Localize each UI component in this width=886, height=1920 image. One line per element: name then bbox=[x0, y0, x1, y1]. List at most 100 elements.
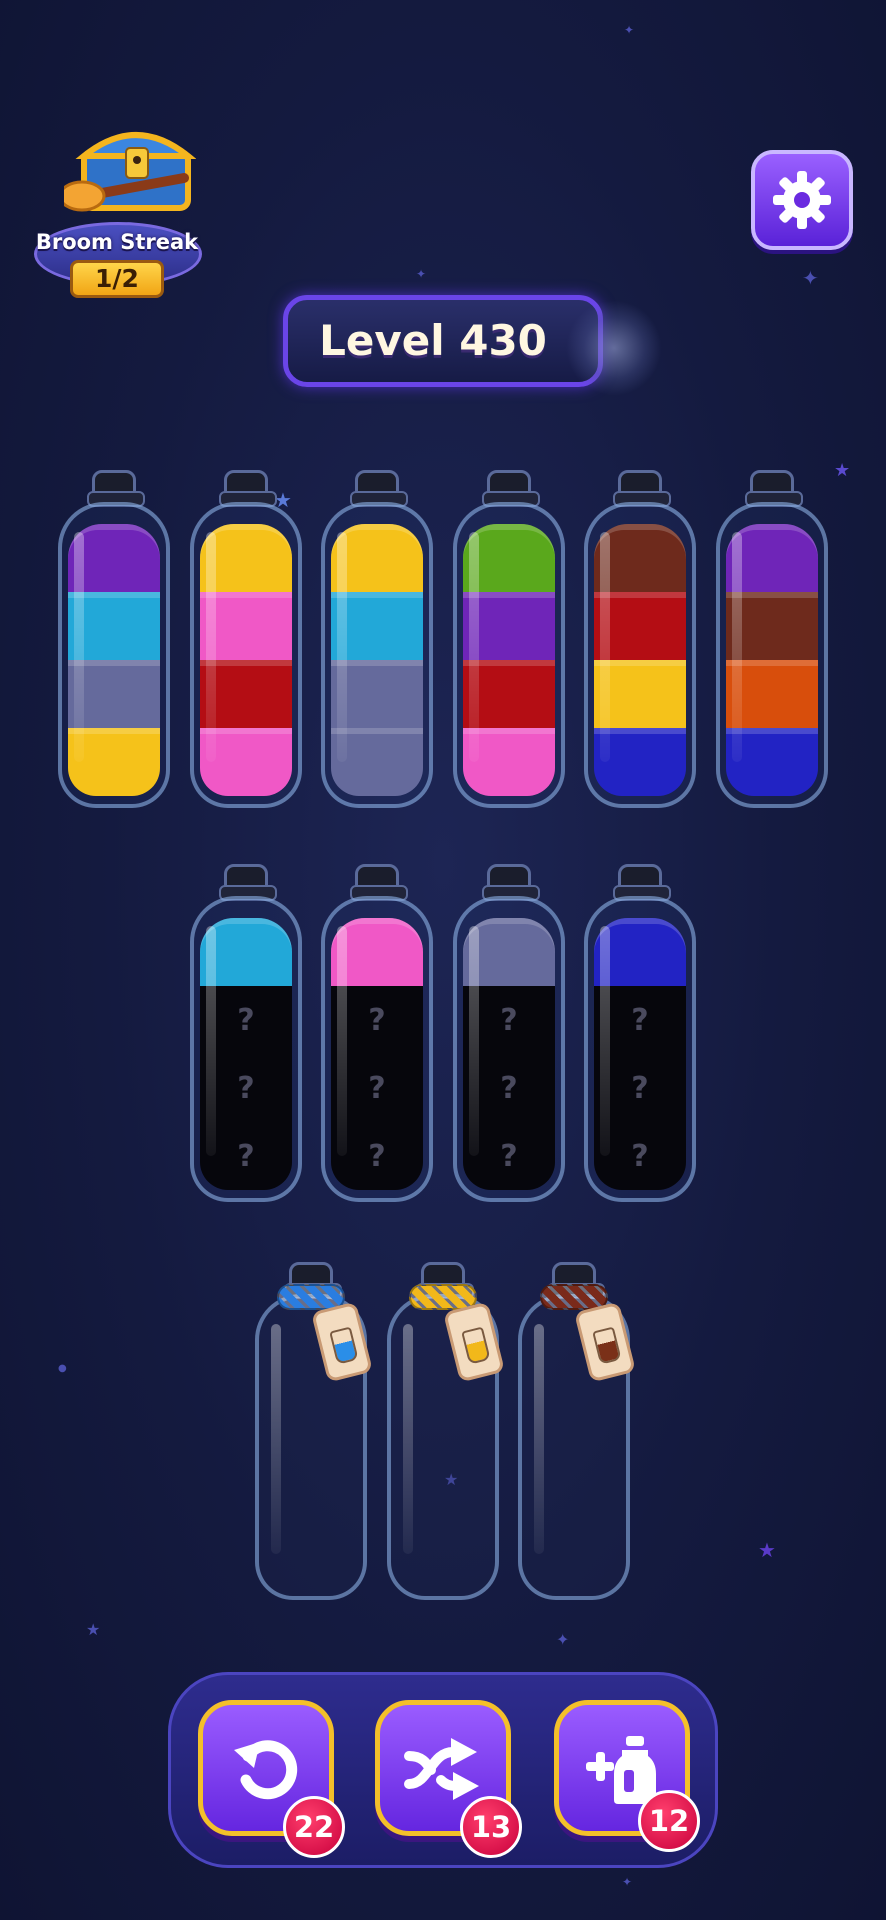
bottle-neck bbox=[219, 864, 277, 901]
add-bottle-count-badge: 12 bbox=[638, 1790, 700, 1852]
level-indicator: Level 430 bbox=[283, 295, 603, 387]
potion-vial-icon bbox=[592, 1326, 622, 1365]
liquid-layer-blue bbox=[726, 728, 818, 796]
liquid-layer-slate bbox=[331, 728, 423, 796]
hidden-layer: ? bbox=[200, 1054, 292, 1122]
bottle-neck bbox=[350, 864, 408, 901]
bottle-neck bbox=[613, 864, 671, 901]
star-icon: ✦ bbox=[416, 267, 427, 281]
liquid-layer-red bbox=[594, 592, 686, 660]
bottle[interactable] bbox=[190, 470, 302, 808]
liquid-layer-slate bbox=[68, 660, 160, 728]
liquid-layer-yellow bbox=[594, 660, 686, 728]
locked-bottle[interactable] bbox=[255, 1262, 374, 1600]
star-icon: ✦ bbox=[802, 266, 819, 290]
bottle-neck bbox=[482, 864, 540, 901]
bottle[interactable] bbox=[716, 470, 828, 808]
star-icon: ✦ bbox=[622, 1875, 633, 1889]
bottle[interactable]: ??? bbox=[584, 864, 696, 1202]
bottle[interactable]: ??? bbox=[190, 864, 302, 1202]
hidden-layer: ? bbox=[594, 986, 686, 1054]
broom-streak-badge[interactable]: Broom Streak 1/2 bbox=[14, 118, 210, 304]
liquid-stack bbox=[463, 524, 555, 796]
star-icon: ★ bbox=[86, 1620, 101, 1639]
hidden-layer: ? bbox=[463, 1054, 555, 1122]
tap-indicator bbox=[566, 300, 662, 396]
liquid-stack bbox=[68, 524, 160, 796]
liquid-stack bbox=[200, 524, 292, 796]
liquid-layer-yellow bbox=[331, 524, 423, 592]
potion-vial-icon bbox=[461, 1326, 491, 1365]
hidden-layer: ? bbox=[331, 1054, 423, 1122]
bottle[interactable] bbox=[58, 470, 170, 808]
liquid-layer-pink bbox=[331, 918, 423, 986]
settings-button[interactable] bbox=[751, 150, 853, 250]
bottle[interactable] bbox=[321, 470, 433, 808]
liquid-stack bbox=[331, 524, 423, 796]
streak-count: 1/2 bbox=[70, 260, 164, 298]
bottle-glass bbox=[58, 502, 170, 808]
liquid-layer-blue bbox=[594, 918, 686, 986]
liquid-layer-purple bbox=[68, 524, 160, 592]
bottle-neck bbox=[745, 470, 803, 507]
hidden-layer: ? bbox=[200, 1122, 292, 1190]
liquid-stack: ??? bbox=[200, 918, 292, 1190]
liquid-layer-blue bbox=[594, 728, 686, 796]
bottle-neck bbox=[350, 470, 408, 507]
hidden-layer: ? bbox=[331, 986, 423, 1054]
locked-bottle[interactable] bbox=[518, 1262, 637, 1600]
liquid-layer-red bbox=[463, 660, 555, 728]
liquid-layer-cyan bbox=[200, 918, 292, 986]
bottle-glass bbox=[716, 502, 828, 808]
liquid-stack: ??? bbox=[331, 918, 423, 1190]
liquid-layer-yellow bbox=[200, 524, 292, 592]
bottle-glass: ??? bbox=[321, 896, 433, 1202]
liquid-layer-brown bbox=[594, 524, 686, 592]
liquid-layer-cyan bbox=[68, 592, 160, 660]
liquid-layer-cyan bbox=[331, 592, 423, 660]
liquid-layer-red bbox=[200, 660, 292, 728]
hidden-layer: ? bbox=[331, 1122, 423, 1190]
bottle[interactable]: ??? bbox=[321, 864, 433, 1202]
liquid-layer-brown bbox=[726, 592, 818, 660]
shuffle-icon bbox=[404, 1738, 479, 1800]
locked-bottle[interactable] bbox=[387, 1262, 506, 1600]
star-icon: ★ bbox=[834, 460, 851, 481]
liquid-layer-slate bbox=[331, 660, 423, 728]
bottle-neck bbox=[482, 470, 540, 507]
star-icon: ✦ bbox=[624, 23, 635, 37]
liquid-layer-pink bbox=[200, 728, 292, 796]
bottle-glass: ??? bbox=[584, 896, 696, 1202]
liquid-layer-purple bbox=[463, 592, 555, 660]
level-label: Level 430 bbox=[319, 316, 547, 365]
gear-icon bbox=[773, 171, 831, 229]
bottle[interactable] bbox=[453, 470, 565, 808]
star-icon: ★ bbox=[758, 1538, 776, 1562]
bottle-glass bbox=[584, 502, 696, 808]
undo-icon bbox=[234, 1740, 298, 1800]
bottle-neck bbox=[613, 470, 671, 507]
shuffle-count-badge: 13 bbox=[460, 1796, 522, 1858]
hidden-layer: ? bbox=[594, 1122, 686, 1190]
liquid-layer-yellow bbox=[68, 728, 160, 796]
bottle-glass: ??? bbox=[190, 896, 302, 1202]
bottle-neck bbox=[219, 470, 277, 507]
liquid-layer-pink bbox=[200, 592, 292, 660]
treasure-chest-icon bbox=[64, 132, 196, 212]
hidden-layer: ? bbox=[463, 1122, 555, 1190]
hidden-layer: ? bbox=[463, 986, 555, 1054]
bottle[interactable]: ??? bbox=[453, 864, 565, 1202]
bottle-glass bbox=[321, 502, 433, 808]
liquid-stack bbox=[726, 524, 818, 796]
hidden-layer: ? bbox=[200, 986, 292, 1054]
bottle-glass: ??? bbox=[453, 896, 565, 1202]
hidden-layer: ? bbox=[594, 1054, 686, 1122]
liquid-layer-slate bbox=[463, 918, 555, 986]
undo-count-badge: 22 bbox=[283, 1796, 345, 1858]
liquid-layer-purple bbox=[726, 524, 818, 592]
bottle-glass bbox=[190, 502, 302, 808]
bottle[interactable] bbox=[584, 470, 696, 808]
potion-vial-icon bbox=[329, 1326, 359, 1365]
liquid-layer-pink bbox=[463, 728, 555, 796]
star-icon: ✦ bbox=[556, 1630, 570, 1649]
